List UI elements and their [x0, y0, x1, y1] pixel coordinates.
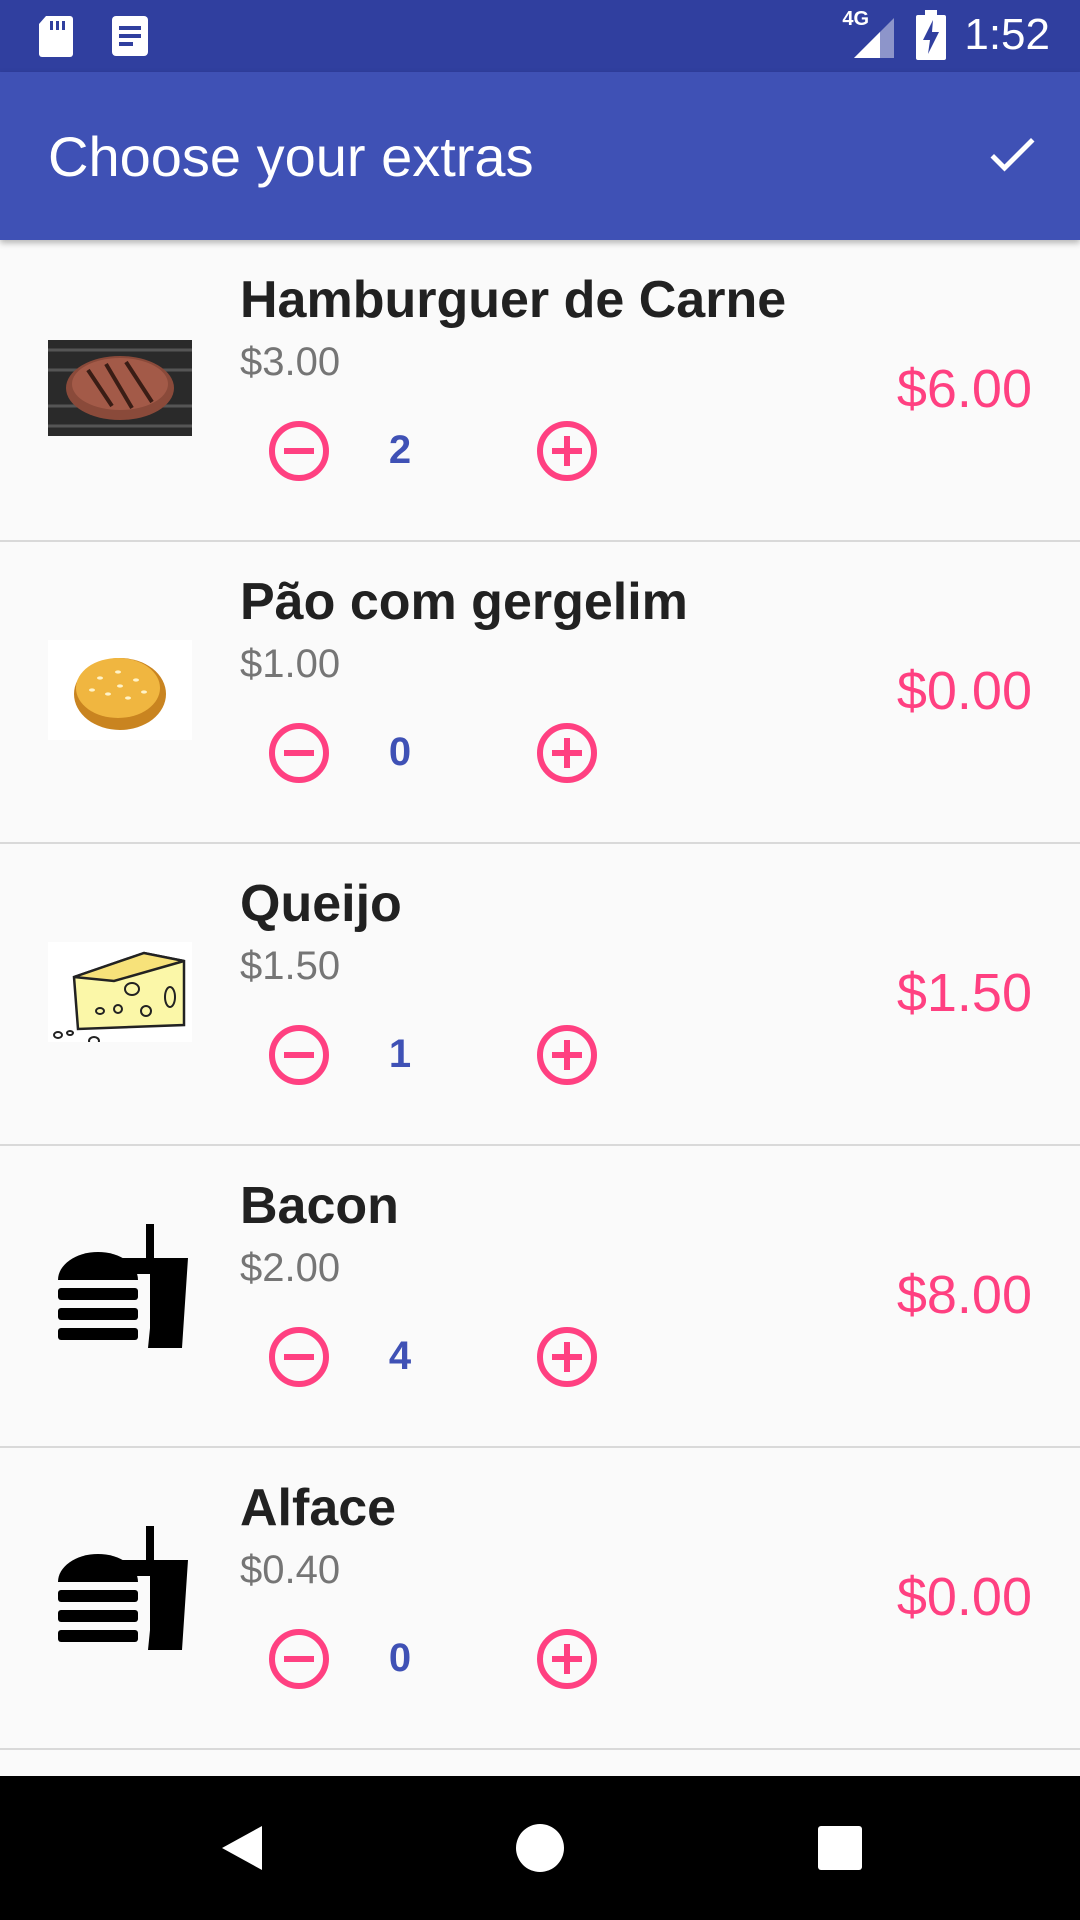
item-name: Pão com gergelim — [240, 573, 688, 631]
page-title: Choose your extras — [48, 125, 534, 188]
home-icon[interactable] — [514, 1822, 566, 1874]
item-quantity: 0 — [388, 1636, 412, 1680]
item-quantity: 4 — [388, 1334, 412, 1378]
item-unit-price: $1.50 — [240, 944, 341, 988]
battery-charging-icon — [916, 10, 947, 60]
item-total: $0.00 — [896, 1567, 1032, 1627]
item-quantity: 0 — [388, 730, 412, 774]
decrease-quantity-button[interactable] — [268, 420, 330, 482]
increase-quantity-button[interactable] — [536, 420, 598, 482]
increase-quantity-button[interactable] — [536, 1628, 598, 1690]
recents-icon[interactable] — [814, 1822, 866, 1874]
item-unit-price: $2.00 — [240, 1246, 341, 1290]
check-icon — [990, 138, 1035, 172]
quantity-stepper: 0 — [268, 1628, 602, 1690]
beef-patty-image — [48, 338, 192, 438]
increase-quantity-button[interactable] — [536, 722, 598, 784]
app-bar: Choose your extras — [0, 72, 1080, 240]
item-name: Queijo — [240, 875, 402, 933]
list-item: Bacon $2.00 4 $8.00 — [0, 1146, 1080, 1448]
item-quantity: 1 — [388, 1032, 412, 1076]
quantity-stepper: 1 — [268, 1024, 602, 1086]
item-name: Bacon — [240, 1177, 399, 1235]
quantity-stepper: 2 — [268, 420, 602, 482]
item-unit-price: $1.00 — [240, 642, 341, 686]
item-unit-price: $3.00 — [240, 340, 341, 384]
decrease-quantity-button[interactable] — [268, 1024, 330, 1086]
item-total: $8.00 — [896, 1265, 1032, 1325]
extras-list: Hamburguer de Carne $3.00 2 $6.00 Pão co… — [0, 240, 1080, 1750]
list-item: Alface $0.40 0 $0.00 — [0, 1448, 1080, 1750]
signal-icon: 4G — [842, 8, 898, 60]
item-name: Hamburguer de Carne — [240, 271, 787, 329]
list-item: Pão com gergelim $1.00 0 $0.00 — [0, 542, 1080, 844]
notification-doc-icon — [112, 16, 148, 56]
status-time: 1:52 — [964, 10, 1050, 59]
back-icon[interactable] — [216, 1822, 268, 1874]
increase-quantity-button[interactable] — [536, 1326, 598, 1388]
item-total: $6.00 — [896, 359, 1032, 419]
fastfood-icon — [48, 1216, 192, 1356]
navigation-bar — [0, 1776, 1080, 1920]
quantity-stepper: 4 — [268, 1326, 602, 1388]
quantity-stepper: 0 — [268, 722, 602, 784]
item-unit-price: $0.40 — [240, 1548, 341, 1592]
list-item: Hamburguer de Carne $3.00 2 $6.00 — [0, 240, 1080, 542]
item-name: Alface — [240, 1479, 397, 1537]
list-item: Queijo $1.50 1 $1.50 — [0, 844, 1080, 1146]
increase-quantity-button[interactable] — [536, 1024, 598, 1086]
status-bar: 4G 1:52 — [0, 0, 1080, 72]
decrease-quantity-button[interactable] — [268, 722, 330, 784]
cheese-image — [48, 942, 192, 1042]
sd-card-icon — [39, 16, 73, 57]
decrease-quantity-button[interactable] — [268, 1628, 330, 1690]
item-total: $0.00 — [896, 661, 1032, 721]
decrease-quantity-button[interactable] — [268, 1326, 330, 1388]
item-total: $1.50 — [896, 963, 1032, 1023]
confirm-button[interactable] — [974, 116, 1050, 192]
sesame-bun-image — [48, 640, 192, 740]
item-quantity: 2 — [388, 428, 412, 472]
fastfood-icon — [48, 1518, 192, 1658]
